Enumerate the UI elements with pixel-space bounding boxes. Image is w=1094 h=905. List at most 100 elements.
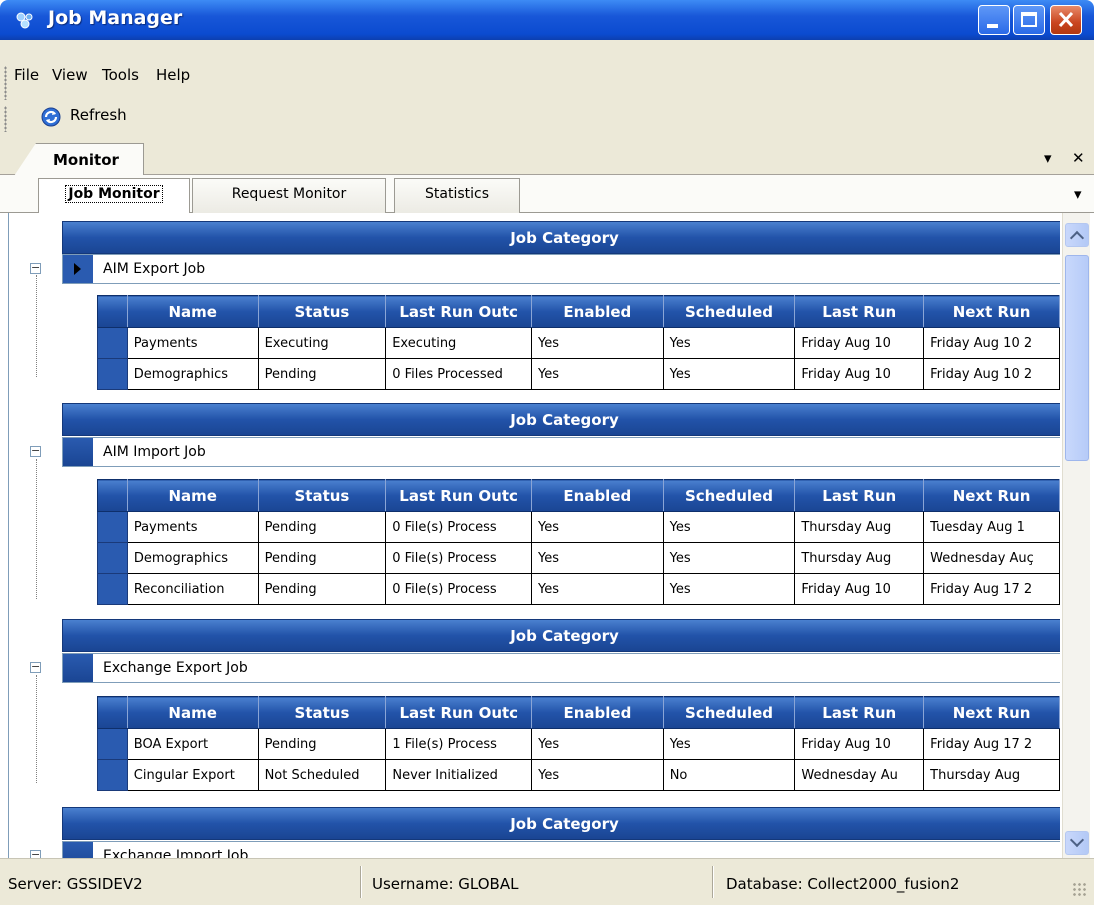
cell-last-run-outcome[interactable]: 1 File(s) Process bbox=[385, 728, 533, 760]
cell-last-run-outcome[interactable]: 0 Files Processed bbox=[385, 358, 533, 390]
menu-grip[interactable] bbox=[4, 66, 7, 100]
cell-scheduled[interactable]: Yes bbox=[662, 542, 796, 574]
column-header-last-run[interactable]: Last Run bbox=[794, 479, 925, 512]
column-header-name[interactable]: Name bbox=[126, 696, 259, 729]
table-row[interactable]: BOA Export Pending 1 File(s) Process Yes Yes… bbox=[97, 728, 1060, 760]
cell-last-run[interactable]: Friday Aug 10 bbox=[794, 728, 925, 760]
collapse-icon[interactable]: − bbox=[30, 849, 41, 858]
row-selector[interactable] bbox=[97, 511, 128, 543]
cell-last-run-outcome[interactable]: Never Initialized bbox=[385, 759, 533, 791]
cell-next-run[interactable]: Wednesday Auç bbox=[923, 542, 1060, 574]
scroll-thumb[interactable] bbox=[1065, 255, 1089, 461]
column-header-name[interactable]: Name bbox=[126, 295, 259, 328]
cell-next-run[interactable]: Tuesday Aug 1 bbox=[923, 511, 1060, 543]
cell-scheduled[interactable]: Yes bbox=[662, 573, 796, 605]
cell-last-run[interactable]: Thursday Aug bbox=[794, 542, 925, 574]
cell-last-run[interactable]: Friday Aug 10 bbox=[794, 358, 925, 390]
column-header-enabled[interactable]: Enabled bbox=[531, 295, 664, 328]
cell-scheduled[interactable]: Yes bbox=[662, 358, 796, 390]
cell-status[interactable]: Not Scheduled bbox=[257, 759, 387, 791]
cell-enabled[interactable]: Yes bbox=[531, 358, 664, 390]
cell-next-run[interactable]: Friday Aug 17 2 bbox=[923, 573, 1060, 605]
row-selector[interactable] bbox=[63, 438, 93, 466]
cell-last-run-outcome[interactable]: Executing bbox=[385, 327, 533, 359]
row-selector[interactable] bbox=[63, 842, 93, 858]
table-row[interactable]: Demographics Pending 0 File(s) Process Yes Y… bbox=[97, 542, 1060, 574]
column-header-last-run-outcome[interactable]: Last Run Outc bbox=[385, 479, 533, 512]
resize-grip-icon[interactable] bbox=[1072, 882, 1088, 898]
cell-next-run[interactable]: Thursday Aug bbox=[923, 759, 1060, 791]
row-selector[interactable] bbox=[97, 573, 128, 605]
cell-status[interactable]: Pending bbox=[257, 358, 387, 390]
cell-name[interactable]: Payments bbox=[126, 511, 259, 543]
cell-enabled[interactable]: Yes bbox=[531, 573, 664, 605]
category-row[interactable]: AIM Export Job bbox=[62, 254, 1060, 284]
column-header-last-run[interactable]: Last Run bbox=[794, 295, 925, 328]
column-header-status[interactable]: Status bbox=[257, 479, 387, 512]
panel-tab-monitor[interactable]: Monitor bbox=[14, 143, 144, 176]
maximize-button[interactable] bbox=[1013, 5, 1045, 35]
cell-next-run[interactable]: Friday Aug 17 2 bbox=[923, 728, 1060, 760]
cell-enabled[interactable]: Yes bbox=[531, 542, 664, 574]
collapse-icon[interactable]: − bbox=[30, 661, 41, 673]
toolbar-grip[interactable] bbox=[4, 106, 7, 132]
column-header-next-run[interactable]: Next Run bbox=[923, 295, 1060, 328]
row-selector[interactable] bbox=[97, 358, 128, 390]
cell-scheduled[interactable]: No bbox=[662, 759, 796, 791]
menu-view[interactable]: View bbox=[52, 66, 88, 84]
cell-last-run-outcome[interactable]: 0 File(s) Process bbox=[385, 542, 533, 574]
menu-help[interactable]: Help bbox=[156, 66, 190, 84]
category-row[interactable]: Exchange Import Job bbox=[62, 841, 1060, 858]
category-row[interactable]: AIM Import Job bbox=[62, 437, 1060, 467]
table-row[interactable]: Payments Executing Executing Yes Yes Friday A… bbox=[97, 327, 1060, 359]
column-header-scheduled[interactable]: Scheduled bbox=[662, 295, 796, 328]
cell-last-run-outcome[interactable]: 0 File(s) Process bbox=[385, 511, 533, 543]
refresh-button[interactable]: Refresh bbox=[70, 106, 127, 124]
row-selector[interactable] bbox=[97, 327, 128, 359]
collapse-icon[interactable]: − bbox=[30, 445, 41, 457]
tab-request-monitor[interactable]: Request Monitor bbox=[192, 178, 386, 213]
cell-enabled[interactable]: Yes bbox=[531, 759, 664, 791]
row-selector[interactable] bbox=[97, 542, 128, 574]
cell-name[interactable]: Demographics bbox=[126, 542, 259, 574]
refresh-icon[interactable] bbox=[40, 106, 62, 128]
cell-last-run[interactable]: Thursday Aug bbox=[794, 511, 925, 543]
column-header-scheduled[interactable]: Scheduled bbox=[662, 479, 796, 512]
cell-name[interactable]: Payments bbox=[126, 327, 259, 359]
collapse-icon[interactable]: − bbox=[30, 262, 41, 274]
table-row[interactable]: Cingular Export Not Scheduled Never Initia… bbox=[97, 759, 1060, 791]
table-row[interactable]: Reconciliation Pending 0 File(s) Process Ye… bbox=[97, 573, 1060, 605]
cell-next-run[interactable]: Friday Aug 10 2 bbox=[923, 327, 1060, 359]
table-row[interactable]: Demographics Pending 0 Files Processed Yes Y… bbox=[97, 358, 1060, 390]
column-header-enabled[interactable]: Enabled bbox=[531, 479, 664, 512]
cell-enabled[interactable]: Yes bbox=[531, 511, 664, 543]
panel-close-icon[interactable]: ✕ bbox=[1072, 149, 1085, 167]
table-row[interactable]: Payments Pending 0 File(s) Process Yes Yes Th… bbox=[97, 511, 1060, 543]
tabs-menu-icon[interactable]: ▾ bbox=[1074, 185, 1082, 203]
category-row[interactable]: Exchange Export Job bbox=[62, 653, 1060, 683]
row-selector[interactable] bbox=[97, 759, 128, 791]
cell-name[interactable]: BOA Export bbox=[126, 728, 259, 760]
vertical-scrollbar[interactable] bbox=[1062, 213, 1090, 858]
scroll-up-button[interactable] bbox=[1065, 223, 1089, 247]
cell-name[interactable]: Cingular Export bbox=[126, 759, 259, 791]
cell-name[interactable]: Reconciliation bbox=[126, 573, 259, 605]
column-header-name[interactable]: Name bbox=[126, 479, 259, 512]
cell-status[interactable]: Pending bbox=[257, 573, 387, 605]
column-header-scheduled[interactable]: Scheduled bbox=[662, 696, 796, 729]
cell-scheduled[interactable]: Yes bbox=[662, 511, 796, 543]
column-header-last-run[interactable]: Last Run bbox=[794, 696, 925, 729]
cell-enabled[interactable]: Yes bbox=[531, 728, 664, 760]
row-selector-arrow-icon[interactable] bbox=[63, 255, 93, 283]
tab-job-monitor[interactable]: Job Monitor bbox=[38, 178, 190, 214]
cell-scheduled[interactable]: Yes bbox=[662, 728, 796, 760]
cell-scheduled[interactable]: Yes bbox=[662, 327, 796, 359]
cell-enabled[interactable]: Yes bbox=[531, 327, 664, 359]
column-header-status[interactable]: Status bbox=[257, 696, 387, 729]
cell-last-run-outcome[interactable]: 0 File(s) Process bbox=[385, 573, 533, 605]
column-header-status[interactable]: Status bbox=[257, 295, 387, 328]
close-window-button[interactable] bbox=[1050, 5, 1082, 35]
column-header-last-run-outcome[interactable]: Last Run Outc bbox=[385, 295, 533, 328]
cell-next-run[interactable]: Friday Aug 10 2 bbox=[923, 358, 1060, 390]
cell-last-run[interactable]: Wednesday Au bbox=[794, 759, 925, 791]
